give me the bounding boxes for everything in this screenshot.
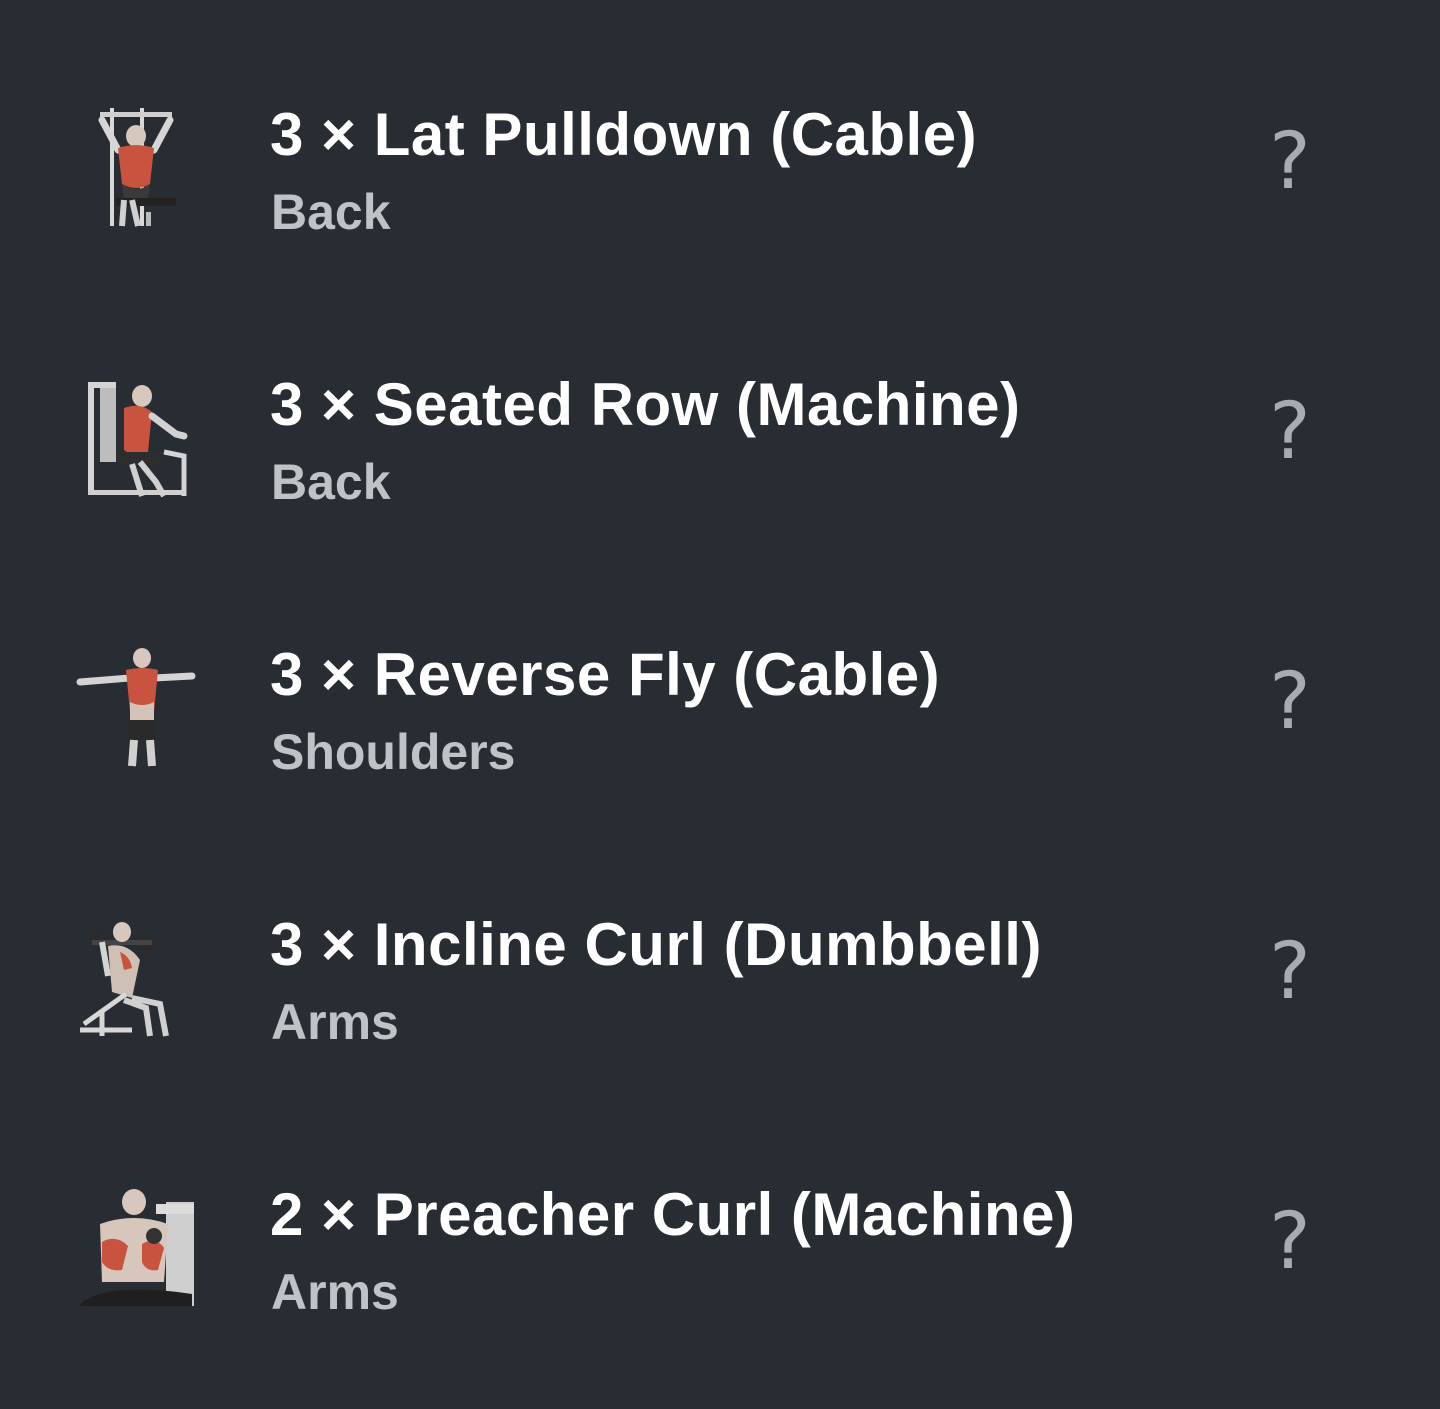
lat-pulldown-thumbnail [72, 102, 200, 230]
exercise-row-reverse-fly[interactable]: 3 × Reverse Fly (Cable) Shoulders ? [0, 570, 1440, 840]
question-mark-icon[interactable]: ? [1262, 392, 1318, 472]
exercise-muscle-group: Shoulders [271, 724, 516, 780]
exercise-title: 3 × Reverse Fly (Cable) [270, 641, 941, 708]
question-mark-icon[interactable]: ? [1262, 122, 1318, 202]
incline-curl-thumbnail [72, 912, 200, 1040]
preacher-curl-thumbnail [72, 1182, 200, 1310]
exercise-title: 3 × Lat Pulldown (Cable) [270, 101, 978, 168]
exercise-title: 3 × Seated Row (Machine) [270, 371, 1021, 438]
exercise-muscle-group: Back [271, 184, 391, 240]
exercise-muscle-group: Arms [271, 994, 399, 1050]
exercise-row-lat-pulldown[interactable]: 3 × Lat Pulldown (Cable) Back ? [0, 30, 1440, 300]
question-mark-icon[interactable]: ? [1262, 662, 1318, 742]
exercise-title: 2 × Preacher Curl (Machine) [270, 1181, 1076, 1248]
question-mark-icon[interactable]: ? [1262, 1202, 1318, 1282]
seated-row-thumbnail [72, 372, 200, 500]
exercise-muscle-group: Arms [271, 1264, 399, 1320]
exercise-row-incline-curl[interactable]: 3 × Incline Curl (Dumbbell) Arms ? [0, 840, 1440, 1110]
question-mark-icon[interactable]: ? [1262, 932, 1318, 1012]
exercise-list: 3 × Lat Pulldown (Cable) Back ? 3 × Seat… [0, 0, 1440, 1409]
reverse-fly-thumbnail [72, 642, 200, 770]
exercise-row-seated-row[interactable]: 3 × Seated Row (Machine) Back ? [0, 300, 1440, 570]
exercise-muscle-group: Back [271, 454, 391, 510]
exercise-row-preacher-curl[interactable]: 2 × Preacher Curl (Machine) Arms ? [0, 1110, 1440, 1380]
exercise-title: 3 × Incline Curl (Dumbbell) [270, 911, 1042, 978]
